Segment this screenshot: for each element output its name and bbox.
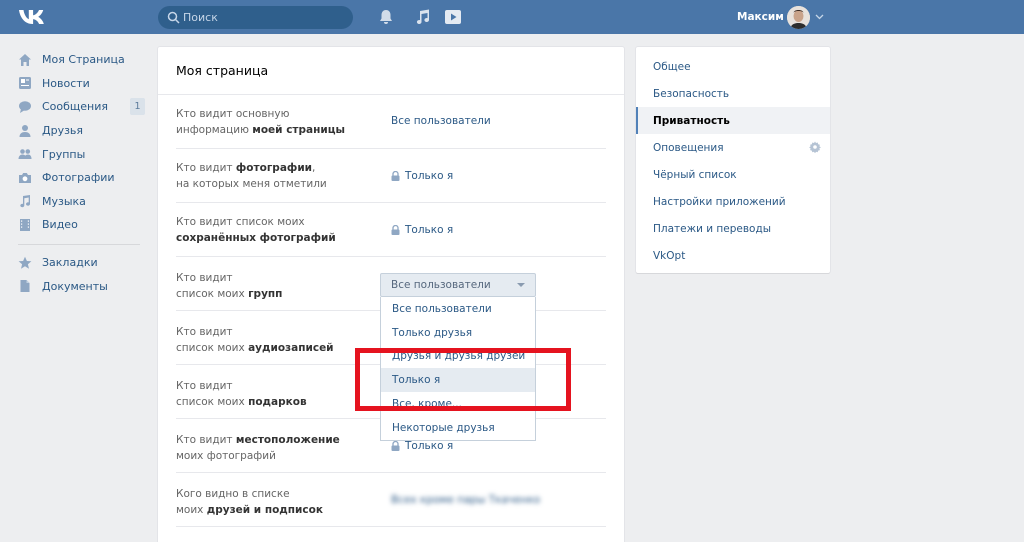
left-menu-item-video[interactable]: Видео <box>18 213 146 237</box>
left-menu-item-my-page[interactable]: Моя Страница <box>18 48 146 72</box>
lock-icon <box>391 171 400 181</box>
bell-icon[interactable] <box>377 8 395 26</box>
chevron-down-icon[interactable] <box>815 12 824 21</box>
news-icon <box>19 77 31 90</box>
setting-value-link[interactable]: Всех кроме пары Ткаченко <box>391 494 540 506</box>
left-menu-label: Музыка <box>42 194 86 208</box>
settings-nav: Общее Безопасность Приватность Оповещени… <box>636 47 830 273</box>
page-title: Моя страница <box>176 63 269 78</box>
lock-icon <box>391 225 400 235</box>
left-menu-label: Закладки <box>42 256 98 270</box>
setting-label: Кто видит фотографии, на которых меня отм… <box>176 162 327 190</box>
left-menu-label: Видео <box>42 218 78 232</box>
search-input[interactable] <box>183 9 343 26</box>
left-menu: Моя Страница Новости Сообщения 1 Друзья … <box>18 48 146 298</box>
video-icon <box>20 218 30 231</box>
left-menu-label: Документы <box>42 279 108 293</box>
red-highlight-box <box>355 348 571 411</box>
play-button-icon[interactable] <box>444 8 462 26</box>
setting-label: Кто видит список моих сохранённых фотогра… <box>176 216 336 244</box>
left-menu-label: Сообщения <box>42 100 109 114</box>
setting-row-friends-list: Кого видно в списке моих друзей и подписо… <box>176 473 606 527</box>
friends-icon <box>19 124 31 137</box>
left-menu-item-music[interactable]: Музыка <box>18 190 146 214</box>
setting-value-link[interactable]: Все пользователи <box>391 115 491 127</box>
groups-icon <box>18 149 32 160</box>
setting-value-link[interactable]: Только я <box>391 440 453 452</box>
lock-icon <box>391 441 400 451</box>
left-menu-label: Друзья <box>42 124 84 138</box>
left-menu-item-bookmarks[interactable]: Закладки <box>18 251 146 275</box>
setting-label: Кто видит местоположение моих фотографий <box>176 434 340 462</box>
setting-value-link[interactable]: Только я <box>391 224 453 236</box>
setting-label: Кто видит список моих аудиозаписей <box>176 326 334 354</box>
groups-privacy-select[interactable]: Все пользователи <box>380 273 536 297</box>
settings-nav-label: Оповещения <box>653 141 724 154</box>
unread-badge: 1 <box>130 98 145 116</box>
settings-nav-vkopt[interactable]: VkOpt <box>636 242 830 269</box>
music-icon <box>20 195 30 208</box>
messages-icon <box>19 101 31 113</box>
left-menu-label: Группы <box>42 147 86 161</box>
setting-label: Кто видит основную информацию моей страни… <box>176 108 345 136</box>
left-menu-item-photos[interactable]: Фотографии <box>18 166 146 190</box>
top-header: Максим <box>0 0 1024 34</box>
setting-row-main-info: Кто видит основную информацию моей страни… <box>176 95 606 149</box>
menu-divider <box>18 243 140 245</box>
document-icon <box>20 280 30 293</box>
avatar[interactable] <box>787 6 810 29</box>
settings-nav-privacy[interactable]: Приватность <box>636 107 830 134</box>
setting-row-tagged-photos: Кто видит фотографии, на которых меня отм… <box>176 149 606 203</box>
left-menu-item-news[interactable]: Новости <box>18 72 146 96</box>
settings-nav-apps[interactable]: Настройки приложений <box>636 188 830 215</box>
search-box[interactable] <box>158 6 353 29</box>
dropdown-option[interactable]: Все пользователи <box>381 297 535 321</box>
settings-nav-security[interactable]: Безопасность <box>636 80 830 107</box>
dropdown-option[interactable]: Некоторые друзья <box>381 416 535 440</box>
setting-row-saved-photos: Кто видит список моих сохранённых фотогра… <box>176 203 606 257</box>
left-menu-label: Фотографии <box>42 171 115 185</box>
setting-label: Кого видно в списке моих друзей и подписо… <box>176 488 323 516</box>
setting-value-link[interactable]: Только я <box>391 170 453 182</box>
dropdown-option[interactable]: Только друзья <box>381 321 535 345</box>
left-menu-item-messages[interactable]: Сообщения 1 <box>18 95 146 119</box>
camera-icon <box>19 172 31 183</box>
select-current-value: Все пользователи <box>391 279 491 291</box>
left-menu-label: Моя Страница <box>42 53 125 67</box>
dropdown-arrow-icon <box>517 283 525 287</box>
settings-nav-blacklist[interactable]: Чёрный список <box>636 161 830 188</box>
setting-label: Кто видит список моих подарков <box>176 380 307 408</box>
music-note-icon[interactable] <box>414 8 432 26</box>
home-icon <box>19 53 31 66</box>
left-menu-label: Новости <box>42 76 90 90</box>
left-menu-item-groups[interactable]: Группы <box>18 142 146 166</box>
left-menu-item-friends[interactable]: Друзья <box>18 119 146 143</box>
settings-nav-general[interactable]: Общее <box>636 53 830 80</box>
user-name[interactable]: Максим <box>737 11 784 23</box>
search-icon <box>167 11 180 24</box>
gear-icon[interactable] <box>809 141 821 153</box>
left-menu-item-documents[interactable]: Документы <box>18 274 146 298</box>
setting-label: Кто видит список моих групп <box>176 272 283 300</box>
vk-logo-icon[interactable] <box>18 7 48 27</box>
star-icon <box>18 256 32 269</box>
settings-nav-notifications[interactable]: Оповещения <box>636 134 830 161</box>
settings-nav-payments[interactable]: Платежи и переводы <box>636 215 830 242</box>
